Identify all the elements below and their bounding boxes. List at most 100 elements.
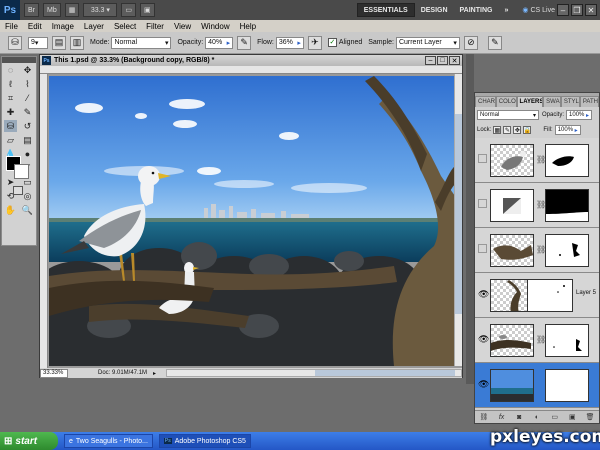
delete-layer-icon[interactable]: 🗑 (586, 413, 595, 422)
layer-row[interactable]: 👁 ⛓ (475, 318, 599, 363)
move-tool-icon[interactable]: ✥ (21, 64, 34, 76)
lasso-tool-icon[interactable]: ℓ (4, 78, 17, 90)
gradient-tool-icon[interactable]: ▤ (21, 134, 34, 146)
aligned-checkbox[interactable]: ✓ (327, 38, 337, 47)
menu-window[interactable]: Window (196, 22, 234, 31)
clone-stamp-tool-icon[interactable]: ⛁ (4, 120, 17, 132)
ignore-adjustment-layers-icon[interactable]: ⊘ (463, 35, 478, 50)
taskbar-item-browser[interactable]: e Two Seagulls - Photo... (64, 434, 153, 448)
layer-mask-thumbnail[interactable] (545, 189, 589, 222)
vertical-scrollbar[interactable] (454, 74, 462, 366)
eraser-tool-icon[interactable]: ▱ (4, 134, 17, 146)
eyedropper-tool-icon[interactable]: ⁄ (21, 92, 34, 104)
menu-image[interactable]: Image (47, 22, 79, 31)
menu-help[interactable]: Help (235, 22, 261, 31)
menu-filter[interactable]: Filter (141, 22, 169, 31)
document-canvas[interactable] (49, 76, 455, 366)
horizontal-scrollbar[interactable] (166, 369, 462, 377)
eye-icon[interactable]: 👁 (478, 379, 489, 389)
menu-file[interactable]: File (0, 22, 23, 31)
taskbar-item-photoshop[interactable]: Ps Adobe Photoshop CS5 (158, 434, 251, 448)
new-layer-icon[interactable]: ▣ (568, 413, 577, 422)
close-button[interactable]: ✕ (585, 4, 597, 16)
dodge-tool-icon[interactable]: ● (21, 148, 34, 160)
zoom-level-field[interactable]: 33.33% (40, 368, 68, 378)
clone-source-panel-icon[interactable]: ▤ (52, 35, 66, 50)
minimize-button[interactable]: – (557, 4, 569, 16)
layer-name[interactable]: Layer 5 (576, 290, 596, 296)
mode-select[interactable]: Normal ▾ (111, 36, 172, 49)
document-minimize-button[interactable]: – (425, 56, 436, 65)
minibridge-button[interactable]: Mb (43, 3, 61, 17)
pressure-size-icon[interactable]: ✎ (487, 35, 502, 50)
blend-mode-select[interactable]: Normal ▾ (477, 110, 539, 120)
quick-select-tool-icon[interactable]: ⌇ (21, 78, 34, 90)
brush-panel-icon[interactable]: ▥ (70, 35, 84, 50)
clone-stamp-tool-preset-icon[interactable]: ⛁ (8, 35, 22, 50)
eye-icon[interactable]: 👁 (478, 289, 489, 299)
bridge-button[interactable]: Br (24, 3, 39, 17)
vertical-scroll-thumb[interactable] (455, 114, 462, 314)
tab-swatches[interactable]: SWA (543, 96, 561, 107)
crop-tool-icon[interactable]: ⌗ (4, 92, 17, 104)
layer-style-icon[interactable]: fx (497, 413, 506, 422)
screen-mode-button[interactable]: ▣ (139, 3, 155, 17)
brush-size-picker[interactable]: 9 ▾ (28, 36, 48, 49)
layer-mask-thumbnail[interactable] (545, 234, 589, 267)
tab-styles[interactable]: STYL (560, 96, 580, 107)
eye-icon[interactable]: 👁 (478, 334, 489, 344)
zoom-level-select[interactable]: 33.3 ▾ (83, 3, 118, 17)
status-menu-arrow-icon[interactable]: ▸ (153, 370, 156, 377)
background-color-swatch[interactable] (14, 164, 29, 179)
layer-mask-thumbnail[interactable] (545, 324, 589, 357)
layer-row[interactable]: ⛓ (475, 138, 599, 183)
add-mask-icon[interactable]: ◙ (515, 413, 524, 422)
menu-edit[interactable]: Edit (23, 22, 47, 31)
view-extras-button[interactable]: ▦ (64, 3, 80, 17)
adjustment-layer-icon[interactable]: ◐ (532, 413, 541, 422)
workspace-design[interactable]: DESIGN (415, 3, 454, 17)
tab-color[interactable]: COLO (495, 96, 517, 107)
pressure-opacity-icon[interactable]: ✎ (237, 35, 252, 50)
layer-mask-thumbnail[interactable] (545, 144, 589, 177)
arrange-documents-button[interactable]: ▭ (121, 3, 136, 17)
layer-mask-thumbnail[interactable] (545, 369, 589, 402)
cs-live-button[interactable]: ◉ CS Live (522, 6, 555, 15)
tab-paths[interactable]: PATH (579, 96, 599, 107)
history-brush-tool-icon[interactable]: ↺ (21, 120, 34, 132)
layer-row[interactable]: ⛓ (475, 228, 599, 273)
layer-row-selected[interactable]: 👁 (475, 363, 599, 408)
start-button[interactable]: ⊞ start (0, 432, 58, 450)
brush-tool-icon[interactable]: ✎ (21, 106, 34, 118)
marquee-tool-icon[interactable]: ◌ (4, 64, 17, 76)
menu-view[interactable]: View (169, 22, 196, 31)
workspace-essentials[interactable]: ESSENTIALS (356, 3, 415, 17)
layer-visibility-toggle[interactable] (478, 244, 487, 253)
layer-row[interactable]: ⛓ (475, 183, 599, 228)
layer-visibility-toggle[interactable] (478, 154, 487, 163)
airbrush-icon[interactable]: ✈ (307, 35, 322, 50)
zoom-tool-icon[interactable]: 🔍 (21, 204, 34, 216)
fill-field[interactable]: 100% ▸ (554, 125, 581, 135)
new-group-icon[interactable]: ▭ (550, 413, 559, 422)
layer-opacity-field[interactable]: 100% ▸ (566, 110, 593, 120)
lock-all-icon[interactable]: 🔒 (523, 126, 532, 134)
tab-layers[interactable]: LAYERS (516, 96, 544, 107)
layer-row[interactable]: 👁 Layer 5 (475, 273, 599, 318)
workspace-painting[interactable]: PAINTING (454, 3, 499, 17)
vertical-ruler[interactable] (40, 74, 48, 369)
hand-tool-icon[interactable]: ✋ (4, 204, 17, 216)
menu-layer[interactable]: Layer (79, 22, 109, 31)
tab-character[interactable]: CHAR (475, 96, 496, 107)
layer-visibility-toggle[interactable] (478, 199, 487, 208)
lock-transparency-icon[interactable]: ▦ (493, 126, 502, 134)
lock-position-icon[interactable]: ✥ (513, 126, 522, 134)
horizontal-ruler[interactable] (40, 66, 462, 74)
menu-select[interactable]: Select (109, 22, 141, 31)
layer-mask-thumbnail[interactable] (527, 279, 573, 312)
more-workspaces-button[interactable]: » (498, 3, 514, 17)
document-size-info[interactable]: Doc: 9.01M/47.1M (98, 370, 147, 376)
document-title-bar[interactable]: Ps This 1.psd @ 33.3% (Background copy, … (40, 55, 462, 66)
healing-brush-tool-icon[interactable]: ✚ (4, 106, 17, 118)
document-maximize-button[interactable]: □ (437, 56, 448, 65)
